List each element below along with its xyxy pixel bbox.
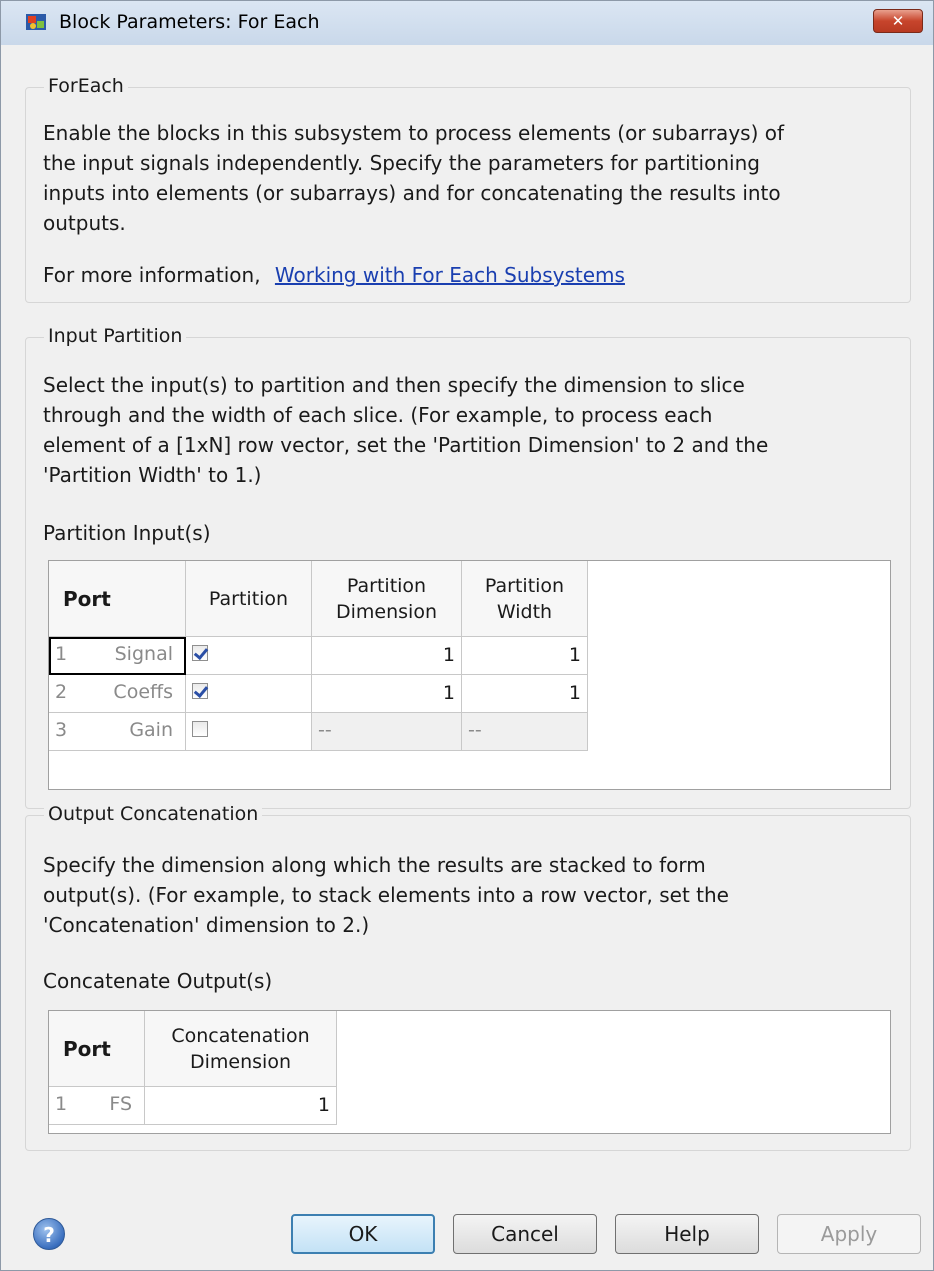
col-header-concatenation-dimension: Concatenation Dimension <box>145 1011 337 1087</box>
more-info-line: For more information, Working with For E… <box>43 260 903 290</box>
concatenate-outputs-table: Port Concatenation Dimension 1 FS 1 <box>48 1010 891 1134</box>
partition-checkbox[interactable] <box>192 683 208 699</box>
input-partition-group: Input Partition Select the input(s) to p… <box>25 325 911 809</box>
help-icon[interactable]: ? <box>33 1218 65 1250</box>
partition-dimension-field[interactable]: 1 <box>312 637 462 675</box>
output-concatenation-title: Output Concatenation <box>44 803 263 825</box>
input-partition-description: Select the input(s) to partition and the… <box>43 373 769 487</box>
window-title: Block Parameters: For Each <box>59 11 320 33</box>
partition-checkbox-cell <box>186 713 312 751</box>
partition-checkbox[interactable] <box>192 645 208 661</box>
col-header-port: Port <box>49 561 186 637</box>
partition-dimension-field[interactable]: 1 <box>312 675 462 713</box>
foreach-group: ForEach Enable the blocks in this subsys… <box>25 75 911 303</box>
concatenate-outputs-label: Concatenate Output(s) <box>43 969 273 993</box>
partition-inputs-table: Port Partition Partition Dimension Parti… <box>48 560 891 790</box>
partition-checkbox[interactable] <box>192 721 208 737</box>
partition-inputs-label: Partition Input(s) <box>43 521 211 545</box>
col-header-partition-dimension: Partition Dimension <box>312 561 462 637</box>
more-info-link[interactable]: Working with For Each Subsystems <box>275 263 625 287</box>
col-header-partition-width: Partition Width <box>462 561 588 637</box>
table-row-port[interactable]: 1 Signal <box>49 637 186 675</box>
title-bar: Block Parameters: For Each ✕ <box>1 1 933 45</box>
partition-dimension-field: -- <box>312 713 462 751</box>
col-header-partition: Partition <box>186 561 312 637</box>
partition-width-field[interactable]: 1 <box>462 637 588 675</box>
partition-checkbox-cell <box>186 675 312 713</box>
partition-checkbox-cell <box>186 637 312 675</box>
concatenation-dimension-field[interactable]: 1 <box>145 1087 337 1125</box>
foreach-description: Enable the blocks in this subsystem to p… <box>43 121 785 235</box>
output-concatenation-group: Output Concatenation Specify the dimensi… <box>25 803 911 1151</box>
col-header-port: Port <box>49 1011 145 1087</box>
simulink-app-icon <box>26 14 46 30</box>
more-info-prefix: For more information, <box>43 263 261 287</box>
ok-button[interactable]: OK <box>291 1214 435 1254</box>
cancel-button[interactable]: Cancel <box>453 1214 597 1254</box>
help-button[interactable]: Help <box>615 1214 759 1254</box>
partition-width-field[interactable]: 1 <box>462 675 588 713</box>
partition-width-field: -- <box>462 713 588 751</box>
table-row-port[interactable]: 2 Coeffs <box>49 675 186 713</box>
foreach-group-title: ForEach <box>44 75 128 97</box>
output-concatenation-description: Specify the dimension along which the re… <box>43 853 729 937</box>
apply-button[interactable]: Apply <box>777 1214 921 1254</box>
dialog-window: Block Parameters: For Each ✕ ForEach Ena… <box>0 0 934 1271</box>
close-button[interactable]: ✕ <box>873 9 923 33</box>
table-row-port[interactable]: 3 Gain <box>49 713 186 751</box>
input-partition-title: Input Partition <box>44 325 187 347</box>
table-row-port[interactable]: 1 FS <box>49 1087 145 1125</box>
